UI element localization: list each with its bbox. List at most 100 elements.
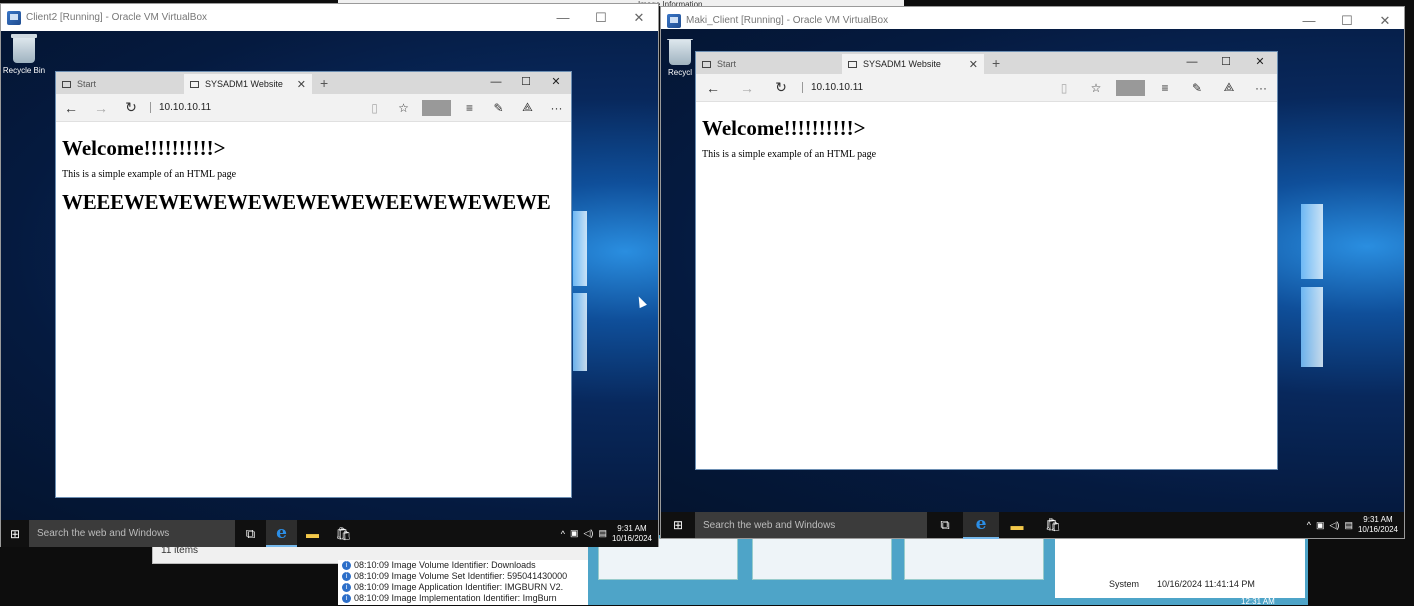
start-windows-icon[interactable]: ⊞ <box>1 527 29 541</box>
minimize-button[interactable]: — <box>544 10 582 26</box>
host-imgburn-log: i 08:10:09 Image Volume Identifier: Downl… <box>338 560 590 605</box>
tab-sysadm1-website[interactable]: SYSADM1 Website ✕ <box>842 54 984 74</box>
tab-bar: Start SYSADM1 Website ✕ + — ☐ ✕ <box>56 72 571 94</box>
notification-icon[interactable]: ▤ <box>598 528 607 539</box>
page-icon <box>190 80 199 88</box>
file-explorer-icon[interactable]: ▬ <box>999 512 1035 539</box>
browser-maximize-button[interactable]: ☐ <box>1209 52 1243 72</box>
edge-icon[interactable]: e <box>266 520 297 547</box>
navigation-bar: ← → ↻ 10.10.10.11 ▯ ☆ ≡ ✎ ⟁ ··· <box>696 74 1277 102</box>
tab-start[interactable]: Start <box>696 54 842 74</box>
forward-icon[interactable]: → <box>86 100 116 116</box>
search-placeholder: Search the web and Windows <box>703 519 836 531</box>
browser-maximize-button[interactable]: ☐ <box>511 72 541 92</box>
notification-icon[interactable]: ▤ <box>1344 520 1353 531</box>
hub-icon[interactable]: ≡ <box>1149 81 1181 95</box>
info-icon: i <box>342 583 351 592</box>
back-icon[interactable]: ← <box>56 100 86 116</box>
divider <box>422 99 451 116</box>
chevron-up-icon[interactable]: ^ <box>1307 520 1311 530</box>
close-button[interactable]: ✕ <box>1366 13 1404 29</box>
close-tab-icon[interactable]: ✕ <box>969 58 978 71</box>
taskbar-search-box[interactable]: Search the web and Windows <box>29 520 235 547</box>
more-icon[interactable]: ··· <box>542 101 571 115</box>
share-icon[interactable]: ⟁ <box>1213 80 1245 95</box>
more-icon[interactable]: ··· <box>1245 81 1277 95</box>
edge-browser-window[interactable]: Start SYSADM1 Website ✕ + — ☐ ✕ ← → ↻ 10… <box>55 71 572 498</box>
reading-view-icon[interactable]: ▯ <box>1048 81 1080 95</box>
chevron-up-icon[interactable]: ^ <box>561 529 565 539</box>
page-big-text: WEEEWEWEWEWEWEWEWEWEEWEWEWEWE <box>62 190 551 214</box>
vm-titlebar[interactable]: Client2 [Running] - Oracle VM VirtualBox… <box>1 4 658 31</box>
maximize-button[interactable]: ☐ <box>582 10 620 26</box>
task-view-icon[interactable]: ⧉ <box>927 512 963 539</box>
network-icon[interactable]: ▣ <box>1316 520 1325 531</box>
divider <box>1116 79 1145 96</box>
recycle-bin[interactable]: Recycle Bin <box>1 34 49 75</box>
refresh-icon[interactable]: ↻ <box>116 99 146 116</box>
guest-taskbar: ⊞ Search the web and Windows ⧉ e ▬ 🛍 ^ ▣… <box>1 520 658 547</box>
hub-icon[interactable]: ≡ <box>455 101 484 115</box>
minimize-button[interactable]: — <box>1290 13 1328 29</box>
web-note-icon[interactable]: ✎ <box>1181 81 1213 95</box>
close-button[interactable]: ✕ <box>620 10 658 26</box>
browser-close-button[interactable]: ✕ <box>541 72 571 92</box>
store-icon[interactable]: 🛍 <box>328 520 359 547</box>
log-line: i 08:10:09 Image Implementation Identifie… <box>338 593 590 604</box>
event-datetime: 10/16/2024 11:41:14 PM <box>1157 579 1255 589</box>
network-icon[interactable]: ▣ <box>570 528 579 539</box>
guest-taskbar: ⊞ Search the web and Windows ⧉ e ▬ 🛍 ^ ▣… <box>661 511 1404 539</box>
store-icon[interactable]: 🛍 <box>1035 512 1071 539</box>
browser-minimize-button[interactable]: — <box>481 72 511 92</box>
log-line: i 08:10:09 Image Volume Identifier: Downl… <box>338 560 590 571</box>
task-view-icon[interactable]: ⧉ <box>235 520 266 547</box>
address-bar[interactable]: 10.10.10.11 <box>802 82 863 93</box>
page-content: Welcome!!!!!!!!!!> This is a simple exam… <box>696 102 1277 469</box>
window-thumbnail[interactable] <box>904 538 1044 580</box>
back-icon[interactable]: ← <box>696 80 730 96</box>
clock-date: 10/16/2024 <box>1357 525 1398 534</box>
log-line: i 08:10:09 Image Volume Set Identifier: 5… <box>338 571 590 582</box>
new-tab-button[interactable]: + <box>984 55 1008 74</box>
vm-window-client2[interactable]: Client2 [Running] - Oracle VM VirtualBox… <box>0 3 659 547</box>
recycle-bin[interactable]: Recycl <box>664 39 696 77</box>
vm-title-text: Maki_Client [Running] - Oracle VM Virtua… <box>686 15 889 26</box>
volume-icon[interactable]: ◁) <box>1330 520 1340 531</box>
favorite-star-icon[interactable]: ☆ <box>1080 81 1112 95</box>
refresh-icon[interactable]: ↻ <box>764 79 798 96</box>
page-icon <box>848 60 857 68</box>
page-heading: Welcome!!!!!!!!!!> <box>702 116 866 140</box>
file-explorer-icon[interactable]: ▬ <box>297 520 328 547</box>
volume-icon[interactable]: ◁) <box>584 528 594 539</box>
recycle-bin-label: Recycle Bin <box>2 66 46 75</box>
taskbar-search-box[interactable]: Search the web and Windows <box>695 512 927 538</box>
edge-browser-window[interactable]: Start SYSADM1 Website ✕ + — ☐ ✕ ← → ↻ 10… <box>695 51 1278 470</box>
page-paragraph: This is a simple example of an HTML page <box>62 169 237 180</box>
web-note-icon[interactable]: ✎ <box>484 101 513 115</box>
edge-icon[interactable]: e <box>963 511 999 539</box>
share-icon[interactable]: ⟁ <box>513 100 542 115</box>
address-bar[interactable]: 10.10.10.11 <box>150 102 211 113</box>
close-tab-icon[interactable]: ✕ <box>297 78 306 91</box>
window-thumbnail[interactable] <box>752 538 892 580</box>
clock[interactable]: 9:31 AM 10/16/2024 <box>612 524 652 544</box>
log-line: i 08:10:09 Image Application Identifier: … <box>338 582 590 593</box>
vm-window-maki-client[interactable]: Maki_Client [Running] - Oracle VM Virtua… <box>660 6 1405 539</box>
clock-date: 10/16/2024 <box>611 533 652 543</box>
page-heading: Welcome!!!!!!!!!!> <box>62 136 226 160</box>
browser-close-button[interactable]: ✕ <box>1243 52 1277 72</box>
maximize-button[interactable]: ☐ <box>1328 13 1366 29</box>
browser-minimize-button[interactable]: — <box>1175 52 1209 72</box>
tab-sysadm1-website[interactable]: SYSADM1 Website ✕ <box>184 74 312 94</box>
favorite-star-icon[interactable]: ☆ <box>389 101 418 115</box>
forward-icon[interactable]: → <box>730 80 764 96</box>
new-tab-button[interactable]: + <box>312 75 336 94</box>
virtualbox-icon <box>667 13 681 28</box>
reading-view-icon[interactable]: ▯ <box>360 101 389 115</box>
clock[interactable]: 9:31 AM 10/16/2024 <box>1358 515 1398 535</box>
info-icon: i <box>342 561 351 570</box>
tab-start[interactable]: Start <box>56 74 184 94</box>
start-windows-icon[interactable]: ⊞ <box>661 518 695 532</box>
recycle-bin-icon <box>667 39 693 65</box>
vm-title-text: Client2 [Running] - Oracle VM VirtualBox <box>26 12 208 23</box>
